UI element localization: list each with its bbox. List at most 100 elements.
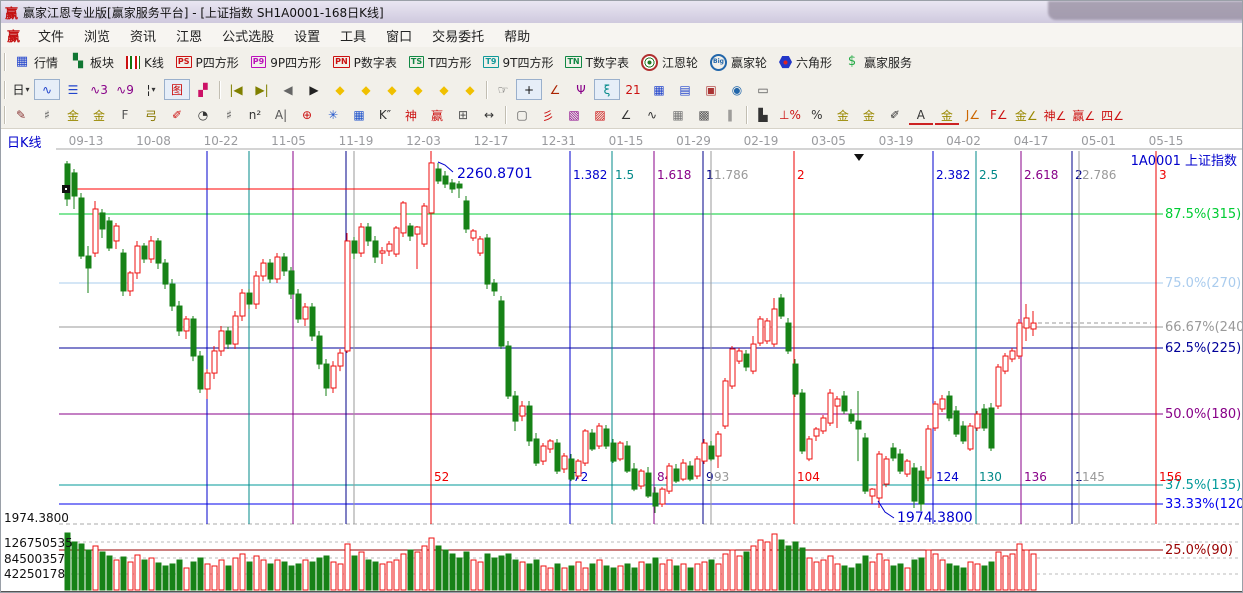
gong-tool[interactable]: 弓	[138, 105, 164, 126]
gold-tool-2[interactable]: 金	[86, 105, 112, 126]
menu-item-1[interactable]: 浏览	[74, 24, 120, 47]
wave3-tool[interactable]: ∿3	[86, 79, 112, 100]
wave-a-tool[interactable]: A	[908, 105, 934, 126]
winner-service-button[interactable]: $赢家服务	[838, 52, 918, 73]
t9-square-button[interactable]: T99T四方形	[477, 52, 559, 73]
red-pen-tool[interactable]: ✐	[164, 105, 190, 126]
compass-pen-tool[interactable]: ✎	[8, 105, 34, 126]
gold-tool-1[interactable]: 金	[60, 105, 86, 126]
gold-angle-tool[interactable]: 金∠	[1012, 105, 1041, 126]
gold-levels-tool[interactable]: 金	[856, 105, 882, 126]
first-bar-button[interactable]: |◀	[223, 79, 249, 100]
box-frame-tool[interactable]: ▢	[509, 105, 535, 126]
gann-arrow-both-tool[interactable]: ◆	[379, 79, 405, 100]
j-angle-tool[interactable]: J∠	[960, 105, 986, 126]
gold-circle-tool[interactable]: 金	[830, 105, 856, 126]
si-angle-tool[interactable]: 四∠	[1098, 105, 1127, 126]
menu-item-5[interactable]: 设置	[284, 24, 330, 47]
p-number-table-button[interactable]: PNP数字表	[327, 52, 403, 73]
last-bar-button[interactable]: ▶|	[249, 79, 275, 100]
f-angle-tool[interactable]: F∠	[986, 105, 1012, 126]
gann-arrow-left-tool[interactable]: ◆	[327, 79, 353, 100]
gann-arrow-cross-tool[interactable]: ◆	[405, 79, 431, 100]
parallel-lines-tool[interactable]: ∥	[717, 105, 743, 126]
menu-item-7[interactable]: 窗口	[376, 24, 422, 47]
menu-item-0[interactable]: 文件	[28, 24, 74, 47]
t-square-button[interactable]: TST四方形	[403, 52, 478, 73]
menu-item-3[interactable]: 江恩	[166, 24, 212, 47]
bar-span-tool[interactable]: ↔	[476, 105, 502, 126]
gann-arrow-all-tool[interactable]: ◆	[457, 79, 483, 100]
gann-fan-tool[interactable]: 彡	[535, 105, 561, 126]
grid-123-tool[interactable]: ⊞	[450, 105, 476, 126]
shen-tool[interactable]: 神	[398, 105, 424, 126]
menu-item-9[interactable]: 帮助	[494, 24, 540, 47]
hexagon-button[interactable]: 六角形	[773, 52, 838, 73]
save-tool[interactable]: ▣	[698, 79, 724, 100]
kline-button[interactable]: K线	[120, 52, 170, 73]
hand-tool[interactable]: ☞	[490, 79, 516, 100]
pattern-search-tool[interactable]: ∿	[34, 79, 60, 100]
squiggle-tool[interactable]: ξ	[594, 79, 620, 100]
fan-square-tool[interactable]: ▧	[561, 105, 587, 126]
next-bar-button[interactable]: ▶	[301, 79, 327, 100]
star-burst-tool[interactable]: ✳	[320, 105, 346, 126]
shen-angle-tool[interactable]: 神∠	[1041, 105, 1070, 126]
red-pattern-tool[interactable]: 图	[164, 79, 190, 100]
volume-bar	[723, 554, 728, 590]
clock-cycle-tool[interactable]: ◔	[190, 105, 216, 126]
print-tool[interactable]: ▭	[750, 79, 776, 100]
quotes-button[interactable]: ▦行情	[8, 52, 64, 73]
gann-arrow-right-tool[interactable]: ◆	[353, 79, 379, 100]
volume-bar	[569, 566, 574, 590]
calculator-tool[interactable]: ▦	[646, 79, 672, 100]
wave-v-tool[interactable]: ∿	[639, 105, 665, 126]
gann-wheel-button[interactable]: 江恩轮	[635, 52, 704, 73]
crosshair-tool[interactable]: +	[516, 79, 542, 100]
prev-bar-button[interactable]: ◀	[275, 79, 301, 100]
percent-line-tool[interactable]: ⊥%	[776, 105, 804, 126]
menu-item-6[interactable]: 工具	[330, 24, 376, 47]
f-ruler-tool[interactable]: F	[112, 105, 138, 126]
gann-t-tool[interactable]: Ψ	[568, 79, 594, 100]
pen-bars-tool[interactable]: ✐	[882, 105, 908, 126]
stats-bars-tool[interactable]: ▙	[750, 105, 776, 126]
info-list-tool[interactable]: ☰	[60, 79, 86, 100]
sectors-button[interactable]: ▚板块	[64, 52, 120, 73]
menu-item-2[interactable]: 资讯	[120, 24, 166, 47]
gann-arrow-star-tool[interactable]: ◆	[431, 79, 457, 100]
angle-measure-tool[interactable]: ∠	[542, 79, 568, 100]
p-square-button[interactable]: PSP四方形	[170, 52, 245, 73]
price-grid-tool[interactable]: ▦	[665, 105, 691, 126]
calendar-tool[interactable]: 21	[620, 79, 646, 100]
grid-target-tool[interactable]: ▦	[346, 105, 372, 126]
wave9-tool[interactable]: ∿9	[112, 79, 138, 100]
fan-square-red-tool[interactable]: ▨	[587, 105, 613, 126]
angle-lines-tool[interactable]: ∠	[613, 105, 639, 126]
ruler2-tool[interactable]: ♯	[216, 105, 242, 126]
menu-item-4[interactable]: 公式选股	[212, 24, 284, 47]
toolbar-separator	[746, 106, 747, 124]
ruler-ticks-tool[interactable]: ♯	[34, 105, 60, 126]
n-squared-tool[interactable]: n²	[242, 105, 268, 126]
candle-style-dropdown[interactable]: ¦▾	[138, 79, 164, 100]
ying-tool[interactable]: 赢	[424, 105, 450, 126]
chart-canvas[interactable]: 09-1310-0810-2211-0511-1912-0312-1712-31…	[1, 128, 1243, 593]
window-controls-area[interactable]	[1048, 1, 1243, 20]
ying-angle-tool[interactable]: 赢∠	[1069, 105, 1098, 126]
menu-item-8[interactable]: 交易委托	[422, 24, 494, 47]
gold-underline-tool[interactable]: 金	[934, 105, 960, 126]
percent-tool[interactable]: %	[804, 105, 830, 126]
p9-square-button[interactable]: P99P四方形	[245, 52, 327, 73]
notes-tool[interactable]: ▤	[672, 79, 698, 100]
winner-wheel-button[interactable]: Big赢家轮	[704, 52, 773, 73]
period-day-dropdown[interactable]: 日▾	[8, 79, 34, 100]
t-number-table-button[interactable]: TNT数字表	[559, 52, 635, 73]
a-line-tool[interactable]: A|	[268, 105, 294, 126]
red-target-tool[interactable]: ⊕	[294, 105, 320, 126]
web-sync-tool[interactable]: ◉	[724, 79, 750, 100]
volume-profile-tool[interactable]: ▞	[190, 79, 216, 100]
grid-arrow-tool[interactable]: ▩	[691, 105, 717, 126]
k-quote-tool[interactable]: K″	[372, 105, 398, 126]
candle	[373, 241, 378, 257]
